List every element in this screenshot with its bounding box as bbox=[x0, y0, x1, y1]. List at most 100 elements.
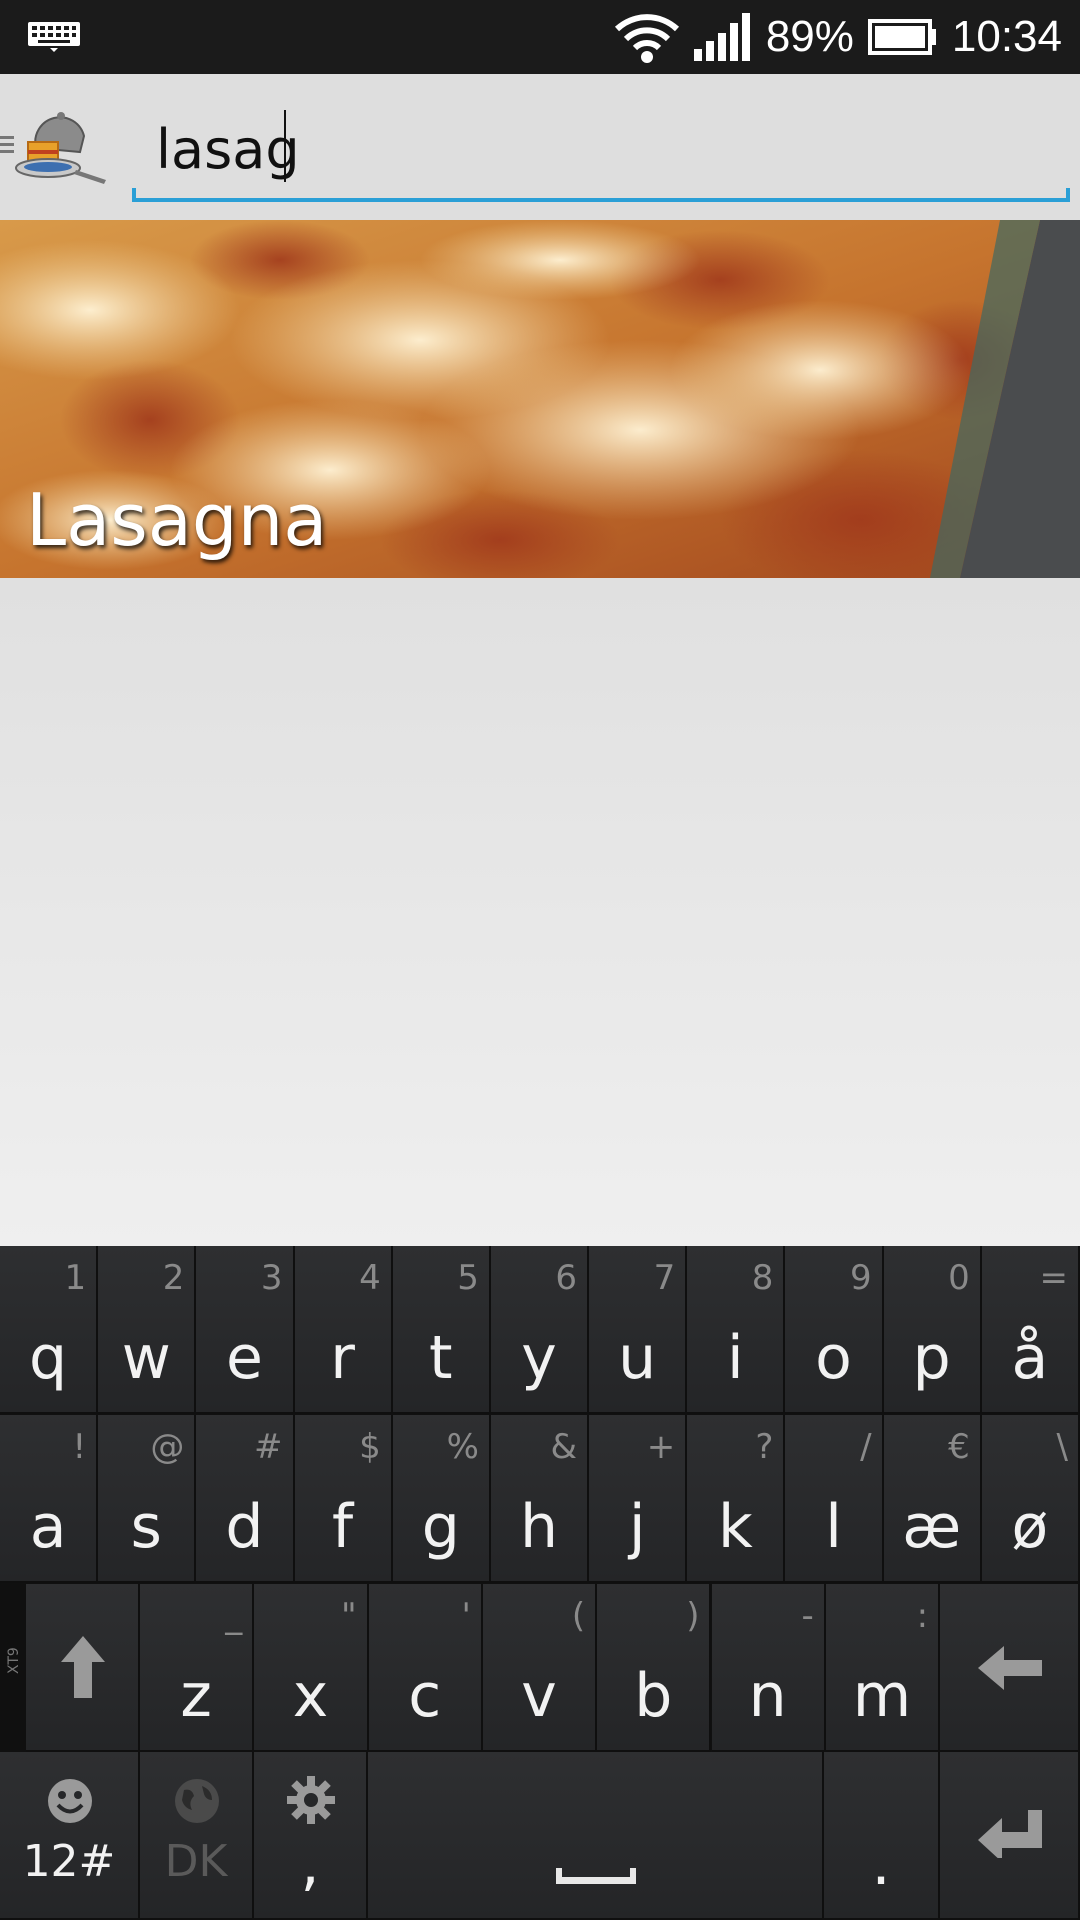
key-v[interactable]: (v bbox=[482, 1584, 598, 1752]
key-label: a bbox=[29, 1492, 67, 1562]
search-input[interactable] bbox=[156, 114, 1056, 184]
key-label: j bbox=[628, 1492, 646, 1562]
key-label: z bbox=[180, 1661, 212, 1731]
key-æ[interactable]: € æ bbox=[883, 1415, 982, 1583]
key-label: w bbox=[121, 1323, 171, 1393]
key-label: e bbox=[225, 1323, 263, 1393]
action-bar bbox=[0, 74, 1080, 221]
key-alt-label: 6 bbox=[555, 1258, 578, 1298]
key-label: c bbox=[408, 1661, 442, 1731]
text-cursor bbox=[284, 110, 286, 182]
key-label: o bbox=[815, 1323, 852, 1393]
period-key[interactable]: . bbox=[824, 1752, 940, 1920]
key-alt-label: ? bbox=[755, 1427, 774, 1467]
key-x[interactable]: " x bbox=[254, 1584, 369, 1752]
key-label: u bbox=[618, 1323, 657, 1393]
key-g[interactable]: % g bbox=[392, 1415, 491, 1583]
key-y[interactable]: 6y bbox=[490, 1246, 590, 1414]
key-w[interactable]: 2w bbox=[98, 1246, 197, 1414]
clock: 10:34 bbox=[951, 12, 1062, 61]
search-field[interactable] bbox=[130, 74, 1070, 220]
key-alt-label: _ bbox=[225, 1596, 243, 1636]
key-label: h bbox=[519, 1492, 558, 1562]
key-a[interactable]: ! a bbox=[0, 1415, 99, 1583]
status-bar: 89% 10:34 bbox=[0, 0, 1080, 74]
key-m[interactable]: :m bbox=[825, 1584, 941, 1752]
key-alt-label: ) bbox=[686, 1596, 700, 1636]
globe-icon bbox=[175, 1779, 219, 1823]
search-underline bbox=[132, 188, 1070, 202]
key-u[interactable]: 7u bbox=[589, 1246, 688, 1414]
key-l[interactable]: / l bbox=[785, 1415, 884, 1583]
key-alt-label: ' bbox=[461, 1596, 471, 1636]
key-label: m bbox=[852, 1661, 912, 1731]
settings-comma-key[interactable]: , bbox=[254, 1752, 368, 1920]
key-label: p bbox=[912, 1323, 951, 1393]
language-key[interactable]: DK bbox=[140, 1752, 254, 1920]
key-label: n bbox=[748, 1661, 787, 1731]
key-c[interactable]: ' c bbox=[368, 1584, 483, 1752]
key-label: å bbox=[1011, 1323, 1049, 1393]
shift-key[interactable] bbox=[26, 1584, 140, 1752]
key-alt-label: \ bbox=[1056, 1427, 1068, 1467]
period-label: . bbox=[871, 1829, 891, 1899]
key-alt-label: + bbox=[646, 1427, 676, 1467]
key-alt-label: 2 bbox=[162, 1258, 185, 1298]
signal-icon bbox=[693, 13, 750, 61]
key-i[interactable]: 8i bbox=[687, 1246, 786, 1414]
numbers-label: 12# bbox=[22, 1836, 116, 1887]
content-area bbox=[0, 578, 1080, 1246]
key-alt-label: 3 bbox=[260, 1258, 283, 1298]
key-alt-label: 9 bbox=[849, 1258, 872, 1298]
key-label: l bbox=[825, 1492, 842, 1562]
enter-key[interactable] bbox=[940, 1752, 1080, 1920]
key-z[interactable]: _ z bbox=[140, 1584, 255, 1752]
app-logo-icon[interactable] bbox=[10, 106, 110, 192]
key-ø[interactable]: \ ø bbox=[981, 1415, 1080, 1583]
backspace-key[interactable] bbox=[940, 1584, 1080, 1752]
key-alt-label: 5 bbox=[457, 1258, 479, 1298]
space-key[interactable] bbox=[368, 1752, 824, 1920]
settings-icon bbox=[287, 1776, 335, 1824]
key-r[interactable]: 4r bbox=[294, 1246, 393, 1414]
key-q[interactable]: 1q bbox=[0, 1246, 99, 1414]
key-alt-label: / bbox=[860, 1427, 872, 1467]
key-label: æ bbox=[902, 1492, 962, 1562]
key-n[interactable]: -n bbox=[711, 1584, 826, 1752]
emoji-numbers-key[interactable]: 12# bbox=[0, 1752, 140, 1920]
key-label: d bbox=[225, 1492, 264, 1562]
key-alt-label: ( bbox=[571, 1596, 586, 1636]
key-j[interactable]: + j bbox=[589, 1415, 688, 1583]
key-alt-label: 4 bbox=[359, 1258, 381, 1298]
key-k[interactable]: ? k bbox=[687, 1415, 786, 1583]
key-å[interactable]: = å bbox=[981, 1246, 1080, 1414]
key-o[interactable]: 9o bbox=[785, 1246, 884, 1414]
language-label: DK bbox=[164, 1836, 228, 1887]
key-label: b bbox=[634, 1661, 673, 1731]
backspace-icon bbox=[978, 1646, 1042, 1690]
key-b[interactable]: ) b bbox=[597, 1584, 712, 1752]
key-label: q bbox=[29, 1323, 68, 1393]
key-label: k bbox=[717, 1492, 753, 1562]
key-s[interactable]: @ s bbox=[98, 1415, 197, 1583]
comma-label: , bbox=[300, 1829, 320, 1899]
key-h[interactable]: & h bbox=[490, 1415, 590, 1583]
key-p[interactable]: 0p bbox=[883, 1246, 982, 1414]
keyboard: 1 q 2 w 3 e 4 r 5 t 6 y 7 u 8 i 9 o 0 p = å ! a @ s # d $ f% g & h + j? k /… bbox=[0, 1246, 1080, 1920]
smiley-icon bbox=[48, 1779, 92, 1823]
shift-icon bbox=[61, 1636, 105, 1698]
key-label: v bbox=[521, 1661, 557, 1731]
key-label: i bbox=[727, 1323, 744, 1393]
key-alt-label: : bbox=[916, 1596, 929, 1636]
key-t[interactable]: 5t bbox=[392, 1246, 491, 1414]
key-f[interactable]: $ f bbox=[294, 1415, 393, 1583]
key-d[interactable]: # d bbox=[196, 1415, 295, 1583]
key-label: f bbox=[332, 1492, 354, 1562]
key-alt-label: & bbox=[550, 1427, 578, 1467]
wifi-icon bbox=[614, 14, 679, 63]
recipe-card[interactable]: Lasagna bbox=[0, 220, 1080, 578]
battery-percent: 89% bbox=[765, 12, 854, 61]
key-alt-label: $ bbox=[359, 1427, 381, 1467]
key-alt-label: € bbox=[948, 1427, 970, 1467]
key-e[interactable]: 3e bbox=[196, 1246, 295, 1414]
